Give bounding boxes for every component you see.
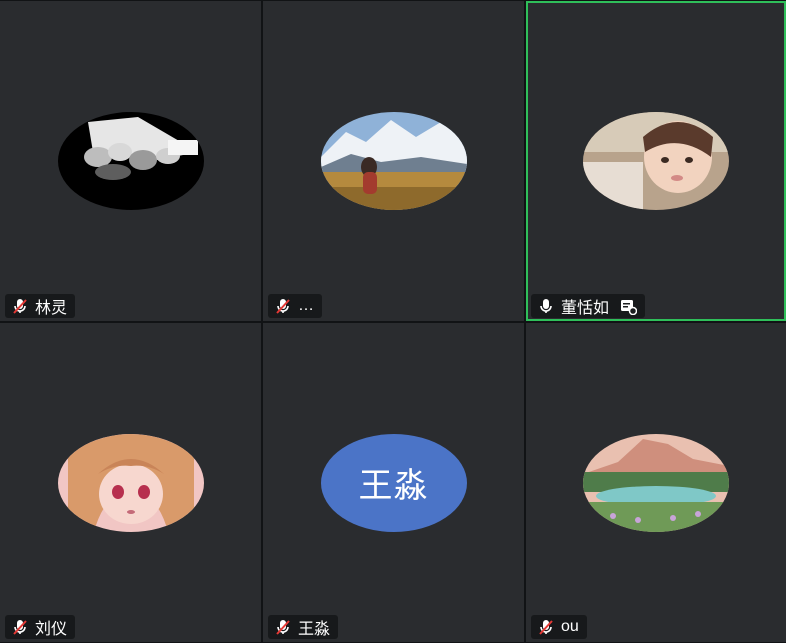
participant-tile[interactable]: 林灵	[0, 1, 261, 321]
name-tag: 王淼	[268, 615, 339, 639]
mic-muted-icon	[539, 620, 553, 635]
mic-muted-icon	[13, 620, 27, 635]
avatar	[57, 112, 204, 210]
participant-name: ou	[561, 618, 579, 635]
participant-tile[interactable]: ou	[526, 323, 786, 642]
avatar-text: 王淼	[358, 467, 429, 505]
name-tag: 林灵	[5, 294, 76, 318]
mic-muted-icon	[276, 620, 290, 635]
participant-name: 董恬如	[561, 300, 610, 317]
mic-on-icon	[540, 299, 552, 313]
participant-name: …	[298, 297, 314, 314]
name-tag: …	[268, 294, 322, 318]
participant-name: 林灵	[35, 300, 68, 317]
participant-name: 王淼	[298, 621, 331, 638]
video-grid: 林灵 … 董恬如 刘仪 王淼 王淼 ou	[0, 0, 786, 643]
avatar	[583, 433, 729, 532]
avatar	[583, 112, 729, 210]
screen-share-icon	[621, 300, 638, 315]
avatar-initials: 王淼	[320, 433, 467, 532]
participant-tile-active[interactable]: 董恬如	[526, 1, 786, 321]
mic-muted-icon	[276, 299, 290, 314]
avatar	[57, 433, 204, 532]
avatar	[320, 112, 467, 210]
name-tag: 刘仪	[5, 615, 76, 639]
name-tag: 董恬如	[531, 294, 646, 318]
participant-tile[interactable]: 王淼 王淼	[263, 323, 524, 642]
name-tag: ou	[531, 615, 587, 639]
participant-name: 刘仪	[35, 621, 68, 638]
mic-muted-icon	[13, 299, 27, 314]
participant-tile[interactable]: 刘仪	[0, 323, 261, 642]
participant-tile[interactable]: …	[263, 1, 524, 321]
